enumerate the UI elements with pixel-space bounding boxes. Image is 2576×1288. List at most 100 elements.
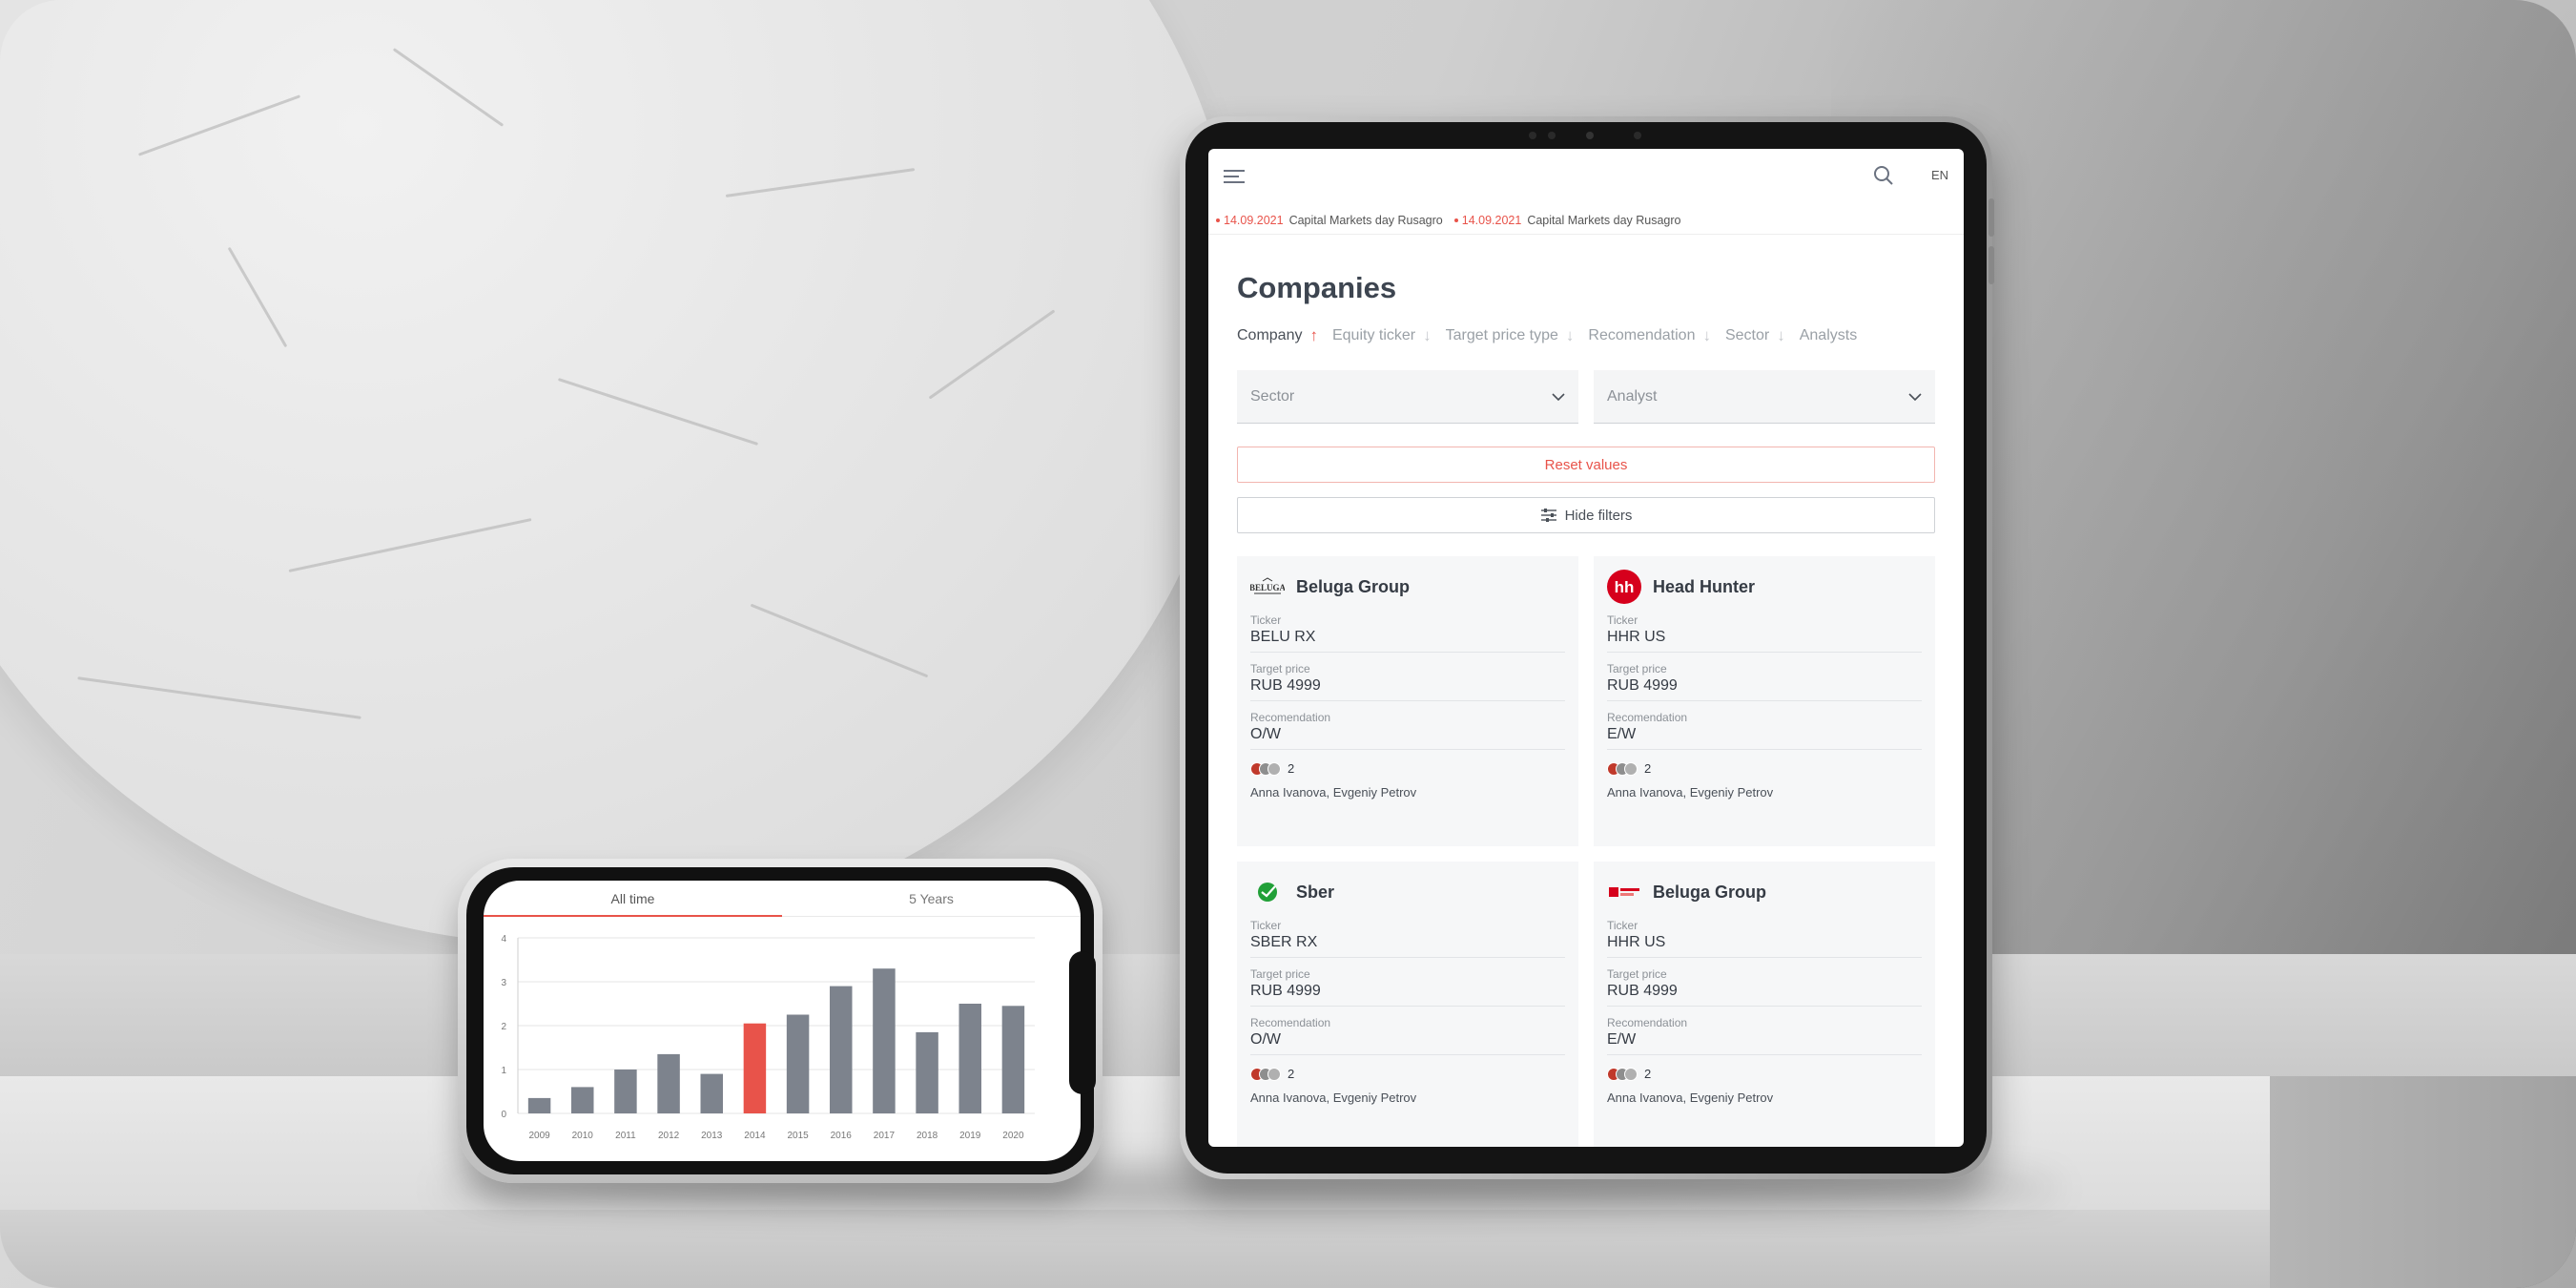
volume-button <box>1989 198 1994 237</box>
field-label: Recomendation <box>1607 1016 1688 1029</box>
marble-disc <box>0 0 1240 945</box>
analyst-count: 2 <box>1644 1067 1652 1081</box>
chevron-down-icon <box>1552 392 1565 401</box>
ticker-dot <box>1453 218 1458 222</box>
recomendation-field: Recomendation O/W <box>1250 1007 1565 1055</box>
sort-company[interactable]: Company ↑ <box>1237 326 1318 345</box>
target-price-value: RUB 4999 <box>1250 983 1321 999</box>
bar-2009 <box>527 1097 551 1113</box>
target-price-value: RUB 4999 <box>1250 677 1321 694</box>
company-name: Head Hunter <box>1653 576 1756 596</box>
ticker-dot <box>1216 218 1220 222</box>
tablet-bezel: EN 14.09.2021 Capital Markets day Rusagr… <box>1185 122 1994 1174</box>
analyst-count: 2 <box>1644 761 1652 776</box>
menu-icon[interactable] <box>1224 170 1245 185</box>
arrow-down-icon: ↓ <box>1777 326 1785 344</box>
sort-label: Analysts <box>1799 327 1858 343</box>
target-price-value: RUB 4999 <box>1607 983 1678 999</box>
x-tick-label: 2020 <box>1002 1131 1024 1141</box>
target-price-field: Target price RUB 4999 <box>1607 653 1922 701</box>
sensor <box>1634 132 1641 139</box>
ticker-value: HHR US <box>1607 629 1666 645</box>
sort-equity-ticker[interactable]: Equity ticker ↓ <box>1332 326 1432 345</box>
page-title: Companies <box>1237 271 1397 304</box>
volume-button <box>1989 246 1994 284</box>
x-tick-label: 2012 <box>658 1131 680 1141</box>
card-header: BELUGA Beluga Group <box>1250 570 1565 604</box>
hh-logo: hh <box>1607 570 1641 604</box>
ticker-value: SBER RX <box>1250 934 1318 950</box>
ticker-value: HHR US <box>1607 934 1666 950</box>
ticker-item[interactable]: 14.09.2021 Capital Markets day Rusagro <box>1453 214 1681 227</box>
x-tick-label: 2018 <box>917 1131 938 1141</box>
analyst-select[interactable]: Analyst <box>1594 370 1935 424</box>
field-label: Ticker <box>1607 919 1638 932</box>
sort-recomendation[interactable]: Recomendation ↓ <box>1588 326 1711 345</box>
phone-bezel: All time 5 Years 0 1 2 3 4 2009 2010 2011 2012 20… <box>466 867 1096 1174</box>
target-price-value: RUB 4999 <box>1607 677 1678 694</box>
tablet-device: EN 14.09.2021 Capital Markets day Rusagr… <box>1180 116 1994 1179</box>
sort-target-price-type[interactable]: Target price type ↓ <box>1446 326 1575 345</box>
recomendation-field: Recomendation E/W <box>1607 701 1922 750</box>
field-label: Target price <box>1250 967 1310 981</box>
card-header: Beluga Group <box>1607 875 1922 909</box>
select-value: Analyst <box>1607 387 1658 405</box>
target-price-field: Target price RUB 4999 <box>1250 653 1565 701</box>
sector-select[interactable]: Sector <box>1237 370 1578 424</box>
avatar <box>1624 1067 1638 1081</box>
company-cards: BELUGA Beluga Group Ticker BELU RX Targe… <box>1237 556 1935 1147</box>
field-label: Target price <box>1607 662 1667 675</box>
hide-filters-button[interactable]: Hide filters <box>1237 497 1935 533</box>
company-card[interactable]: hh Head Hunter Ticker HHR US Target pric… <box>1594 556 1935 846</box>
arrow-down-icon: ↓ <box>1423 326 1432 344</box>
company-card[interactable]: Beluga Group Ticker HHR US Target price … <box>1594 862 1935 1147</box>
ledge-side <box>2270 1076 2576 1288</box>
company-card[interactable]: Sber Ticker SBER RX Target price RUB 499… <box>1237 862 1578 1147</box>
sort-label: Recomendation <box>1588 327 1696 343</box>
bar-2020 <box>1001 1006 1025 1113</box>
x-tick-label: 2010 <box>572 1131 594 1141</box>
field-label: Ticker <box>1607 613 1638 627</box>
language-switch[interactable]: EN <box>1931 168 1948 182</box>
bar-2013 <box>700 1073 723 1113</box>
x-tick-label: 2015 <box>787 1131 809 1141</box>
reset-values-button[interactable]: Reset values <box>1237 447 1935 483</box>
sensor <box>1548 132 1556 139</box>
tab-5-years[interactable]: 5 Years <box>782 881 1081 916</box>
tablet-screen: EN 14.09.2021 Capital Markets day Rusagr… <box>1208 149 1964 1147</box>
sort-sector[interactable]: Sector ↓ <box>1725 326 1785 345</box>
camera-lens <box>1586 132 1594 139</box>
ticker-text: Capital Markets day Rusagro <box>1288 213 1443 227</box>
field-label: Recomendation <box>1250 1016 1331 1029</box>
arrow-up-icon: ↑ <box>1309 326 1318 344</box>
ticker-item[interactable]: 14.09.2021 Capital Markets day Rusagro <box>1216 214 1443 227</box>
search-icon[interactable] <box>1872 164 1895 187</box>
ticker-field: Ticker BELU RX <box>1250 604 1565 653</box>
svg-text:hh: hh <box>1615 578 1635 596</box>
field-label: Ticker <box>1250 613 1282 627</box>
y-tick-label: 0 <box>501 1110 506 1120</box>
field-label: Recomendation <box>1250 711 1331 724</box>
company-card[interactable]: BELUGA Beluga Group Ticker BELU RX Targe… <box>1237 556 1578 846</box>
analyst-names: Anna Ivanova, Evgeniy Petrov <box>1250 1091 1417 1105</box>
sort-label: Equity ticker <box>1331 327 1416 343</box>
beluga-logo: BELUGA <box>1250 570 1285 604</box>
recomendation-value: O/W <box>1250 726 1281 742</box>
sort-analysts[interactable]: Analysts <box>1800 326 1857 345</box>
analyst-avatars: 2 <box>1607 1067 1922 1081</box>
bar-2015 <box>786 1014 810 1113</box>
sort-label: Sector <box>1724 327 1770 343</box>
ticker-field: Ticker SBER RX <box>1250 909 1565 958</box>
ticker-date: 14.09.2021 <box>1224 213 1284 227</box>
bar-2018 <box>916 1031 938 1113</box>
field-label: Recomendation <box>1607 711 1688 724</box>
avatar <box>1267 761 1281 776</box>
tab-all-time[interactable]: All time <box>484 881 782 917</box>
avatar <box>1624 761 1638 776</box>
y-tick-label: 4 <box>501 934 506 945</box>
phone-device: All time 5 Years 0 1 2 3 4 2009 2010 2011 2012 20… <box>458 859 1103 1183</box>
beluga-red-logo <box>1607 875 1641 909</box>
x-tick-label: 2014 <box>744 1131 766 1141</box>
target-price-field: Target price RUB 4999 <box>1250 958 1565 1007</box>
field-label: Target price <box>1250 662 1310 675</box>
